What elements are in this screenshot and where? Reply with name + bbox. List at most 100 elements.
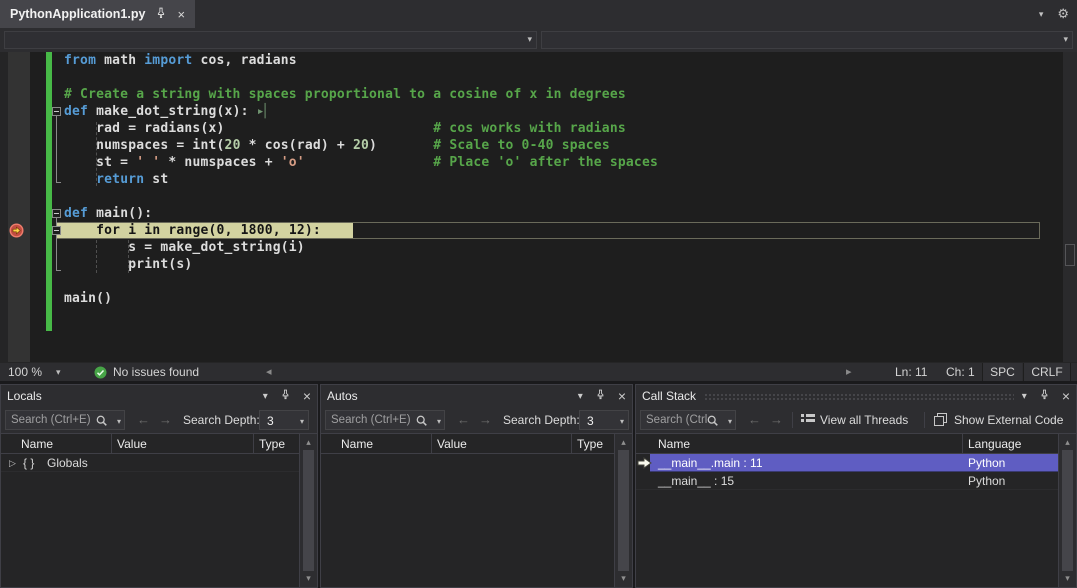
code-line[interactable]: numspaces = int(20 * cos(rad) + 20) # Sc… bbox=[64, 137, 658, 154]
search-next-icon[interactable]: → bbox=[770, 412, 783, 427]
object-icon: { } bbox=[23, 454, 34, 472]
tab-bar: PythonApplication1.py × ▾ ⚙ bbox=[0, 0, 1077, 28]
code-line[interactable]: rad = radians(x) # cos works with radian… bbox=[64, 120, 658, 137]
autos-title-bar[interactable]: Autos ▾ × bbox=[321, 385, 632, 407]
breakpoint-current-statement-icon[interactable] bbox=[9, 223, 24, 243]
column-indicator[interactable]: Ch: 1 bbox=[946, 365, 975, 379]
fold-collapse-icon[interactable] bbox=[52, 209, 61, 218]
hscroll-right-icon[interactable]: ▸ bbox=[846, 365, 852, 378]
code-token: 12 bbox=[289, 223, 305, 238]
code-line[interactable]: print(s) bbox=[64, 256, 658, 273]
callstack-scrollbar[interactable]: ▴ ▾ bbox=[1058, 434, 1076, 587]
code-line[interactable] bbox=[64, 188, 658, 205]
pin-icon[interactable] bbox=[1039, 389, 1050, 403]
locals-scrollbar[interactable]: ▴ ▾ bbox=[299, 434, 317, 587]
code-line[interactable]: return st bbox=[64, 171, 658, 188]
search-options-icon[interactable]: ▾ bbox=[728, 417, 732, 426]
line-indicator[interactable]: Ln: 11 bbox=[895, 365, 927, 379]
pin-icon[interactable] bbox=[155, 7, 167, 22]
scroll-down-icon[interactable]: ▾ bbox=[1059, 573, 1076, 584]
search-depth-select[interactable]: 3 ▾ bbox=[259, 410, 309, 430]
show-external-code-button[interactable]: Show External Code bbox=[954, 413, 1063, 427]
code-line[interactable] bbox=[64, 69, 658, 86]
close-icon[interactable]: × bbox=[618, 391, 626, 401]
code-editor[interactable]: from math import cos, radians # Create a … bbox=[0, 52, 1077, 362]
type-dropdown[interactable]: ▾ bbox=[4, 31, 537, 49]
callstack-title-bar[interactable]: Call Stack ▾ × bbox=[636, 385, 1076, 407]
zoom-dropdown-icon[interactable]: ▾ bbox=[56, 367, 61, 378]
breakpoint-gutter[interactable] bbox=[8, 52, 30, 362]
health-check-icon[interactable] bbox=[94, 366, 107, 382]
search-options-icon[interactable]: ▾ bbox=[117, 417, 121, 426]
close-icon[interactable]: × bbox=[303, 391, 311, 401]
search-input[interactable]: Search (Ctrl+E) ▾ bbox=[325, 410, 445, 430]
locals-toolbar: Search (Ctrl+E) ▾ ← → Search Depth: 3 ▾ bbox=[1, 407, 317, 434]
scrollbar-thumb[interactable] bbox=[303, 450, 314, 571]
scroll-up-icon[interactable]: ▴ bbox=[300, 437, 317, 448]
code-line[interactable]: def make_dot_string(x): ▸▏ bbox=[64, 103, 658, 120]
outline-bracket[interactable] bbox=[56, 116, 61, 183]
locals-column-headers[interactable]: Name Value Type bbox=[1, 434, 317, 454]
search-icon bbox=[96, 415, 108, 427]
pin-icon[interactable] bbox=[280, 389, 291, 403]
callstack-column-headers[interactable]: Name Language bbox=[636, 434, 1076, 454]
scrollbar-thumb[interactable] bbox=[618, 450, 629, 571]
scroll-down-icon[interactable]: ▾ bbox=[615, 573, 632, 584]
eol-indicator[interactable]: CRLF bbox=[1023, 363, 1071, 382]
stack-frame-row[interactable]: __main__ : 15Python bbox=[636, 472, 1058, 490]
code-line[interactable]: # Create a string with spaces proportion… bbox=[64, 86, 658, 103]
variable-row[interactable]: ▷{ }Globals bbox=[1, 454, 299, 472]
search-next-icon[interactable]: → bbox=[479, 412, 492, 427]
search-options-icon[interactable]: ▾ bbox=[437, 417, 441, 426]
code-line[interactable] bbox=[64, 273, 658, 290]
scrollbar-thumb[interactable] bbox=[1065, 244, 1075, 266]
stack-frame-row[interactable]: __main__.main : 11Python bbox=[636, 454, 1058, 472]
search-prev-icon[interactable]: ← bbox=[137, 412, 150, 427]
debug-panels-region: Locals ▾ × Search (Ctrl+E) ▾ ← → Search … bbox=[0, 381, 1077, 588]
hscroll-left-icon[interactable]: ◂ bbox=[266, 365, 272, 378]
code-token: cos, radians bbox=[192, 53, 296, 68]
scroll-up-icon[interactable]: ▴ bbox=[1059, 437, 1076, 448]
search-prev-icon[interactable]: ← bbox=[748, 412, 761, 427]
code-line[interactable]: from math import cos, radians bbox=[64, 52, 658, 69]
pin-icon[interactable] bbox=[595, 389, 606, 403]
search-next-icon[interactable]: → bbox=[159, 412, 172, 427]
spaces-indicator[interactable]: SPC bbox=[982, 363, 1022, 382]
code-token: main() bbox=[64, 291, 112, 306]
search-prev-icon[interactable]: ← bbox=[457, 412, 470, 427]
code-token: return bbox=[96, 172, 144, 187]
show-external-code-icon[interactable] bbox=[934, 413, 947, 431]
window-position-icon[interactable]: ▾ bbox=[263, 391, 268, 402]
view-all-threads-button[interactable]: View all Threads bbox=[820, 413, 908, 427]
search-input[interactable]: Search (Ctrl+E) ▾ bbox=[5, 410, 125, 430]
autos-scrollbar[interactable]: ▴ ▾ bbox=[614, 434, 632, 587]
zoom-level[interactable]: 100 % bbox=[8, 365, 42, 379]
code-line[interactable]: for i in range(0, 1800, 12): bbox=[64, 222, 658, 239]
gear-icon[interactable]: ⚙ bbox=[1057, 6, 1069, 22]
window-position-icon[interactable]: ▾ bbox=[1022, 391, 1027, 402]
code-token bbox=[64, 223, 96, 238]
expand-icon[interactable]: ▷ bbox=[9, 454, 16, 472]
code-line[interactable]: def main(): bbox=[64, 205, 658, 222]
window-position-icon[interactable]: ▾ bbox=[578, 391, 583, 402]
scroll-down-icon[interactable]: ▾ bbox=[300, 573, 317, 584]
scrollbar-thumb[interactable] bbox=[1062, 450, 1073, 571]
scroll-up-icon[interactable]: ▴ bbox=[615, 437, 632, 448]
code-line[interactable]: main() bbox=[64, 290, 658, 307]
issues-status[interactable]: No issues found bbox=[113, 365, 199, 379]
member-dropdown[interactable]: ▾ bbox=[541, 31, 1073, 49]
search-input[interactable]: Search (Ctrl ▾ bbox=[640, 410, 736, 430]
view-all-threads-icon[interactable] bbox=[801, 413, 815, 431]
search-depth-select[interactable]: 3 ▾ bbox=[579, 410, 629, 430]
locals-title-bar[interactable]: Locals ▾ × bbox=[1, 385, 317, 407]
fold-collapse-icon[interactable] bbox=[52, 226, 61, 235]
close-icon[interactable]: × bbox=[177, 7, 185, 22]
code-line[interactable]: s = make_dot_string(i) bbox=[64, 239, 658, 256]
code-line[interactable]: st = ' ' * numspaces + 'o' # Place 'o' a… bbox=[64, 154, 658, 171]
tab-pythonapplication1[interactable]: PythonApplication1.py × bbox=[0, 0, 195, 28]
editor-vertical-scrollbar[interactable] bbox=[1063, 52, 1077, 362]
fold-collapse-icon[interactable] bbox=[52, 107, 61, 116]
window-dropdown-icon[interactable]: ▾ bbox=[1039, 9, 1044, 20]
autos-column-headers[interactable]: Name Value Type bbox=[321, 434, 632, 454]
close-icon[interactable]: × bbox=[1062, 391, 1070, 401]
